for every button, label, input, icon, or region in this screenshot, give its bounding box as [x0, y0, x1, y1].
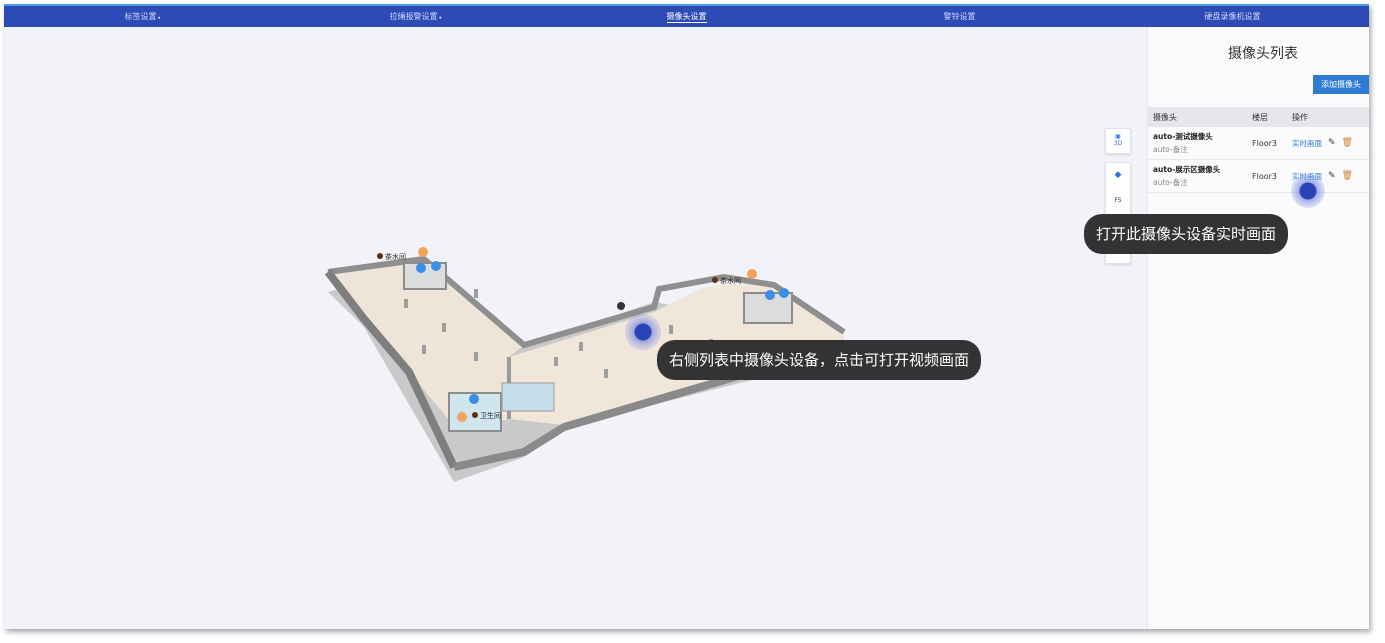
table-row: auto-展示区摄像头 auto-备注 Floor3 实时画面 ✎ 🗑 — [1148, 160, 1369, 193]
view-3d-button[interactable]: ▣ 3D — [1105, 128, 1131, 154]
restroom-icon — [431, 261, 441, 271]
camera-map-marker[interactable] — [617, 302, 625, 310]
tab-label: 标签设置 — [124, 12, 157, 21]
camera-cell: auto-展示区摄像头 auto-备注 — [1148, 164, 1252, 188]
restroom-icon — [765, 290, 775, 300]
camera-name: auto-测试摄像头 — [1153, 132, 1213, 141]
camera-floor: Floor3 — [1252, 171, 1277, 181]
tab-label: 拉绳报警设置 — [389, 12, 438, 21]
edit-icon[interactable]: ✎ — [1328, 138, 1336, 148]
app-window: 标签设置 • 拉绳报警设置 • 摄像头设置 警铃设置 硬盘录像机设置 茶水间 茶… — [4, 4, 1369, 629]
click-indicator — [625, 314, 661, 350]
tab-nvr-settings[interactable]: 硬盘录像机设置 — [1096, 6, 1369, 27]
camera-cell: auto-测试摄像头 auto-备注 — [1148, 131, 1252, 155]
tea-icon — [747, 269, 757, 279]
actions-cell: 实时画面 ✎ 🗑 — [1292, 138, 1369, 149]
room-bottom-2 — [501, 382, 555, 412]
view-3d-label: 3D — [1113, 140, 1123, 147]
tab-label: 硬盘录像机设置 — [1204, 12, 1261, 21]
camera-note: auto-备注 — [1153, 145, 1188, 154]
location-pin-icon — [377, 253, 383, 259]
col-camera: 摄像头 — [1153, 112, 1177, 122]
trash-icon[interactable]: 🗑 — [1342, 138, 1353, 148]
restroom-icon — [779, 288, 789, 298]
tea-icon — [418, 247, 428, 257]
panel-title: 摄像头列表 — [1228, 46, 1298, 62]
location-pin-icon — [472, 412, 478, 418]
tab-pull-alarm-settings[interactable]: 拉绳报警设置 • — [277, 6, 550, 27]
map-tooltip: 右侧列表中摄像头设备，点击可打开视频画面 — [657, 340, 982, 380]
table-row: auto-测试摄像头 auto-备注 Floor3 实时画面 ✎ 🗑 — [1148, 127, 1369, 160]
col-floor: 楼层 — [1252, 112, 1268, 122]
camera-note: auto-备注 — [1153, 178, 1188, 187]
tea-icon — [457, 412, 467, 422]
location-pin-icon — [712, 277, 718, 283]
add-camera-button[interactable]: 添加摄像头 — [1313, 75, 1369, 94]
tab-alarm-bell-settings[interactable]: 警铃设置 — [823, 6, 1096, 27]
tab-camera-settings[interactable]: 摄像头设置 — [550, 6, 823, 27]
restroom-icon — [469, 394, 479, 404]
layers-icon[interactable]: ◆ — [1106, 163, 1130, 188]
floor-plan-3d: 茶水间 茶水间 卫生间 — [324, 247, 846, 482]
col-actions: 操作 — [1292, 112, 1308, 122]
panel-tooltip: 打开此摄像头设备实时画面 — [1084, 214, 1289, 254]
camera-panel: 摄像头列表 添加摄像头 摄像头 楼层 操作 auto-测试摄像头 auto-备注… — [1147, 27, 1369, 629]
camera-name: auto-展示区摄像头 — [1153, 165, 1221, 174]
camera-table: 摄像头 楼层 操作 auto-测试摄像头 auto-备注 Floor3 实时画面… — [1148, 107, 1369, 193]
room-label: 茶水间 — [720, 276, 741, 285]
map-viewport[interactable]: 茶水间 茶水间 卫生间 右侧列表中摄像头设备，点击可打开视频画面 ▣ 3D ◆ … — [4, 27, 1147, 629]
tab-label-settings[interactable]: 标签设置 • — [4, 6, 277, 27]
edit-icon[interactable]: ✎ — [1328, 171, 1336, 181]
tab-label: 警铃设置 — [943, 12, 976, 21]
tab-mark: • — [157, 15, 162, 22]
live-view-link[interactable]: 实时画面 — [1292, 138, 1322, 149]
room-label: 卫生间 — [480, 411, 501, 420]
top-nav: 标签设置 • 拉绳报警设置 • 摄像头设置 警铃设置 硬盘录像机设置 — [4, 4, 1369, 27]
cube-icon: ▣ — [1115, 133, 1121, 140]
restroom-icon — [416, 263, 426, 273]
trash-icon[interactable]: 🗑 — [1342, 171, 1353, 181]
room-label: 茶水间 — [385, 252, 406, 261]
click-indicator — [1291, 174, 1325, 208]
table-header: 摄像头 楼层 操作 — [1148, 107, 1369, 127]
floor-item-f5[interactable]: F5 — [1106, 188, 1130, 213]
camera-floor: Floor3 — [1252, 138, 1277, 148]
tab-label: 摄像头设置 — [666, 12, 707, 23]
tab-mark: • — [438, 15, 443, 22]
